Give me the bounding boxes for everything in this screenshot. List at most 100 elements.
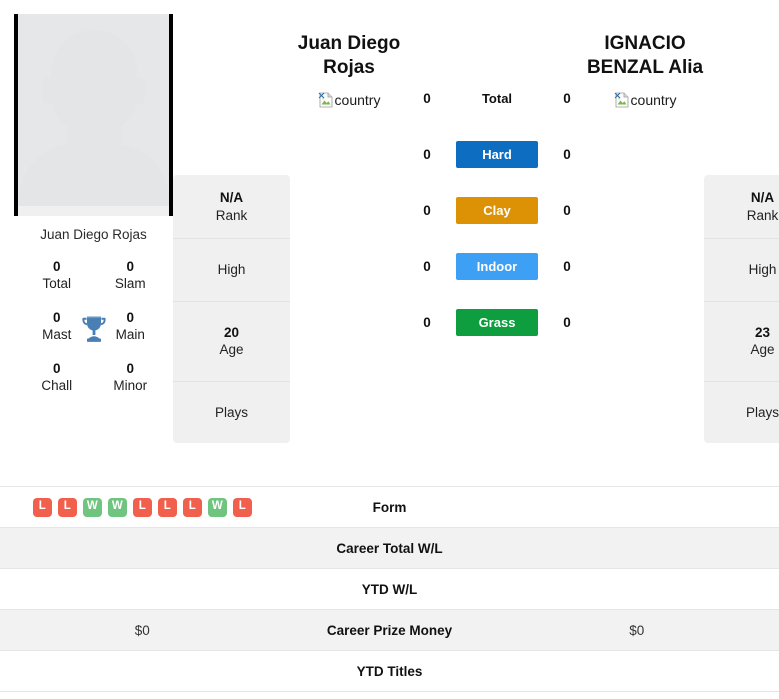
left-title-slam: 0 Slam — [94, 259, 168, 293]
clay-right-score: 0 — [563, 202, 571, 218]
surface-row-total: 0 Total 0 — [408, 70, 586, 126]
form-badge: L — [232, 497, 252, 517]
career-total-label: Career Total W/L — [336, 540, 443, 556]
value: 0 — [126, 309, 134, 325]
comparison-top-zone: Juan Diego Rojas 0 Total 0 Slam 0 Mast 0… — [0, 0, 779, 478]
surface-label-total: Total — [481, 90, 513, 106]
left-rank-label: Rank — [215, 207, 248, 223]
table-row-ytd-titles: YTD Titles — [0, 651, 779, 692]
right-high-row: High — [704, 239, 779, 302]
hard-left-score: 0 — [423, 146, 431, 162]
value: 0 — [126, 259, 134, 275]
left-player-name-caption: Juan Diego Rojas — [40, 227, 147, 242]
table-row-ytd-wl: YTD W/L — [0, 569, 779, 610]
table-row-form: L L W W L L L W L Form — [0, 487, 779, 528]
label: Mast — [42, 326, 72, 342]
surface-badge-grass[interactable]: Grass — [456, 308, 538, 336]
form-badge: W — [107, 497, 127, 517]
player-comparison-page: Juan Diego Rojas 0 Total 0 Slam 0 Mast 0… — [0, 0, 779, 699]
surface-row-clay: 0 Clay 0 — [408, 182, 586, 238]
right-age-label: Age — [750, 342, 775, 358]
left-stat-card: N/A Rank High 20 Age Plays — [173, 175, 290, 444]
form-badge: L — [182, 497, 202, 517]
left-age-row: 20 Age — [173, 302, 290, 382]
prize-money-left: $0 — [134, 622, 150, 638]
left-plays-row: Plays — [173, 382, 290, 444]
hard-right-score: 0 — [563, 146, 571, 162]
right-rank-row: N/A Rank — [704, 175, 779, 240]
right-rank-value: N/A — [750, 190, 775, 205]
right-player-heading-block: IGNACIO BENZAL Alia country — [586, 14, 704, 108]
right-country-row: country — [586, 92, 704, 108]
form-left-cell: L L W W L L L W L — [0, 497, 285, 517]
table-row-career-prize-money: $0 Career Prize Money $0 — [0, 610, 779, 651]
form-badge: L — [157, 497, 177, 517]
form-badge: L — [32, 497, 52, 517]
indoor-left-score: 0 — [423, 258, 431, 274]
right-player-heading: IGNACIO BENZAL Alia — [586, 33, 704, 78]
value: 0 — [52, 360, 61, 376]
right-country-alt-text: country — [630, 91, 677, 108]
surface-breakdown: 0 Total 0 0 Hard 0 0 Clay 0 0 Indoor 0 0… — [408, 14, 586, 350]
value: 0 — [126, 360, 134, 376]
left-player-column: Juan Diego Rojas 0 Total 0 Slam 0 Mast 0… — [14, 14, 173, 406]
right-plays-label: Plays — [745, 404, 779, 420]
surface-badge-clay[interactable]: Clay — [456, 196, 538, 224]
left-title-total: 0 Total — [20, 259, 94, 293]
table-row-career-total-wl: Career Total W/L — [0, 528, 779, 569]
prize-money-right: $0 — [629, 622, 645, 638]
broken-image-icon — [318, 92, 334, 108]
broken-image-icon — [614, 92, 630, 108]
left-form-badges: L L W W L L L W L — [32, 497, 252, 517]
total-right-score: 0 — [563, 90, 571, 106]
right-stat-card: N/A Rank High 23 Age Plays — [704, 175, 779, 444]
left-rank-row: N/A Rank — [173, 175, 290, 240]
surface-row-grass: 0 Grass 0 — [408, 294, 586, 350]
label: Slam — [114, 276, 146, 292]
left-player-heading-block: Juan Diego Rojas country — [290, 14, 408, 108]
left-country-alt-text: country — [334, 91, 381, 108]
right-high-label: High — [748, 262, 777, 278]
right-plays-row: Plays — [704, 382, 779, 444]
indoor-right-score: 0 — [563, 258, 571, 274]
left-high-label: High — [217, 262, 246, 278]
comparison-table: L L W W L L L W L Form Career Total W/L — [0, 486, 779, 692]
label: Total — [42, 276, 72, 292]
left-player-heading: Juan Diego Rojas — [297, 33, 401, 78]
avatar-silhouette-icon — [18, 14, 169, 216]
right-age-value: 23 — [754, 324, 771, 340]
left-title-masters: 0 Mast — [20, 310, 94, 344]
surface-row-indoor: 0 Indoor 0 — [408, 238, 586, 294]
left-age-label: Age — [219, 342, 244, 358]
form-badge: L — [57, 497, 77, 517]
grass-right-score: 0 — [563, 314, 571, 330]
prize-money-label: Career Prize Money — [326, 622, 453, 638]
form-badge: W — [82, 497, 102, 517]
left-high-row: High — [173, 239, 290, 302]
surface-badge-indoor[interactable]: Indoor — [456, 252, 538, 280]
grass-left-score: 0 — [423, 314, 431, 330]
right-rank-label: Rank — [746, 207, 779, 223]
value: 0 — [52, 259, 61, 275]
form-badge: L — [132, 497, 152, 517]
ytd-titles-label: YTD Titles — [356, 663, 423, 679]
value: 0 — [52, 309, 61, 325]
label: Minor — [113, 377, 148, 393]
left-plays-label: Plays — [214, 404, 248, 420]
left-title-challenger: 0 Chall — [20, 361, 94, 395]
total-left-score: 0 — [423, 90, 431, 106]
form-row-label: Form — [372, 499, 407, 515]
right-age-row: 23 Age — [704, 302, 779, 382]
label: Chall — [41, 377, 73, 393]
label: Main — [115, 326, 145, 342]
ytd-wl-label: YTD W/L — [361, 581, 418, 597]
left-title-minor: 0 Minor — [94, 361, 168, 395]
left-rank-value: N/A — [219, 190, 244, 205]
left-age-value: 20 — [223, 324, 240, 340]
left-country-row: country — [290, 92, 408, 108]
left-title-main: 0 Main — [94, 310, 168, 344]
surface-badge-hard[interactable]: Hard — [456, 140, 538, 168]
clay-left-score: 0 — [423, 202, 431, 218]
form-badge: W — [207, 497, 227, 517]
surface-row-hard: 0 Hard 0 — [408, 126, 586, 182]
